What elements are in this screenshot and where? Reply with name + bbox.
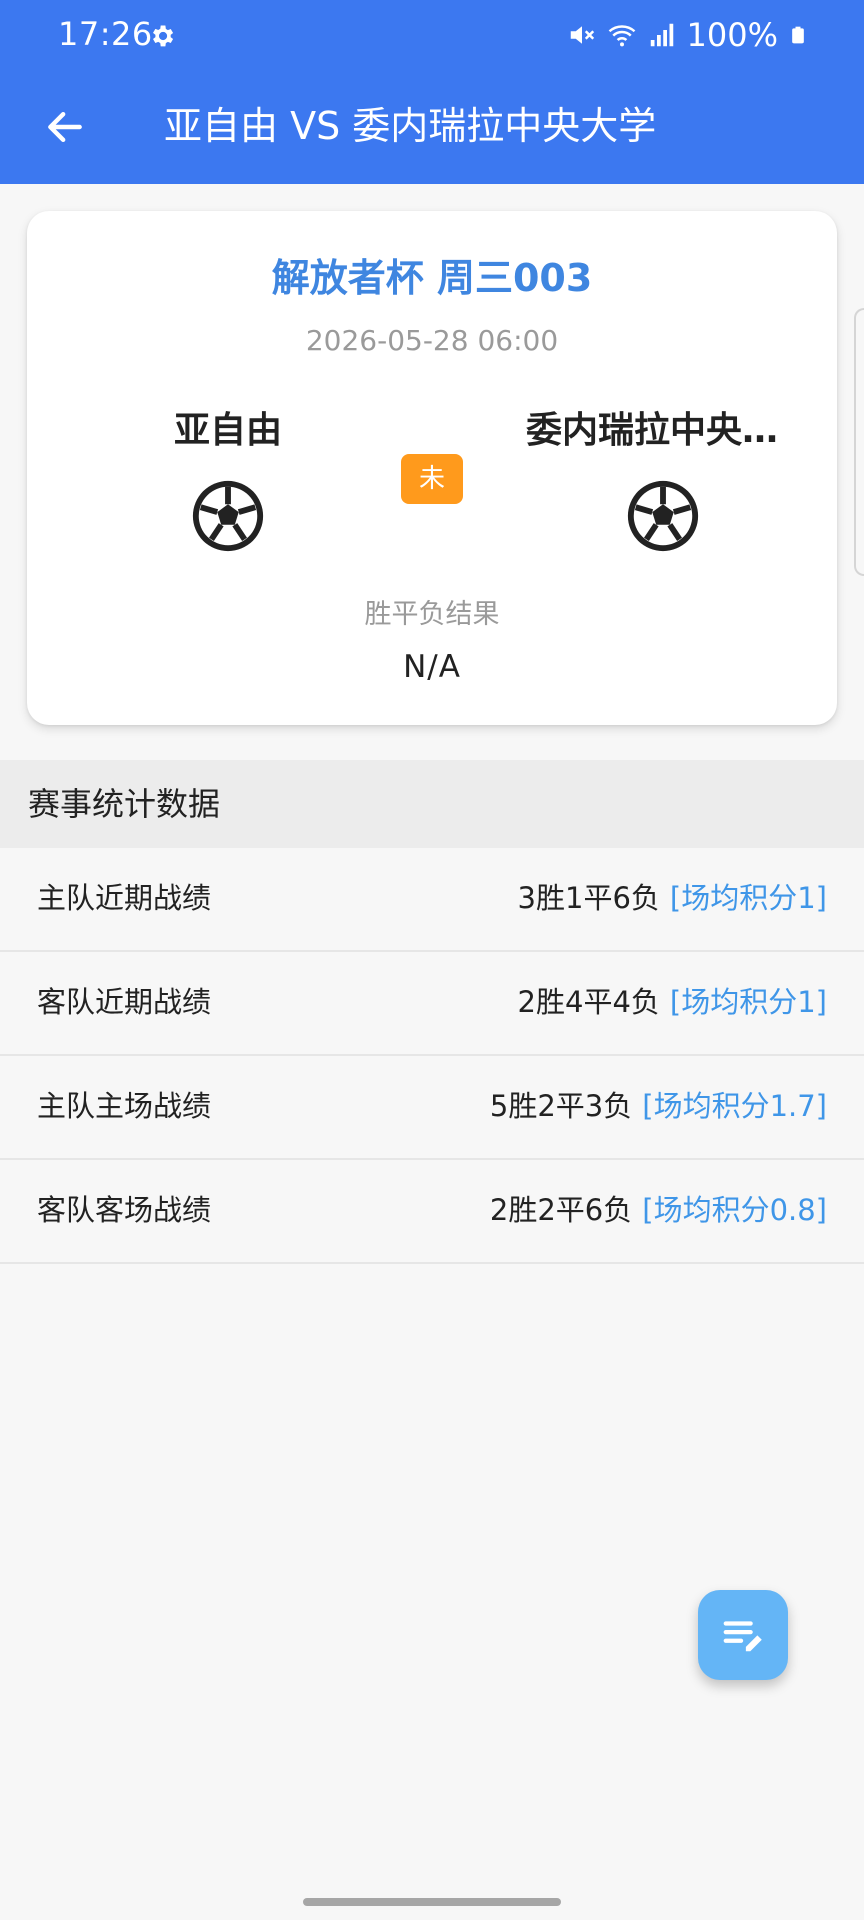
gesture-navigation-bar[interactable] (303, 1898, 561, 1906)
result-value: N/A (403, 649, 461, 685)
soccer-ball-icon (627, 480, 699, 552)
page-title: 亚自由 VS 委内瑞拉中央大学 (164, 104, 657, 148)
signal-icon (650, 23, 673, 47)
soccer-ball-icon (192, 480, 264, 552)
away-team-name: 委内瑞拉中央… (525, 410, 778, 451)
back-button[interactable] (30, 92, 100, 162)
match-datetime: 2026-05-28 06:00 (305, 324, 559, 357)
stats-section-title: 赛事统计数据 (28, 785, 221, 823)
arrow-left-icon (48, 111, 82, 143)
stat-record: 3胜1平6负 (517, 881, 660, 915)
edit-fab-button[interactable] (698, 1590, 788, 1680)
match-status-badge: 未 (401, 454, 463, 504)
app-header: 17:26 100% 亚自由 VS 委内瑞拉中央大学 (0, 0, 864, 184)
edge-panel-handle[interactable] (854, 308, 864, 576)
stat-average-points: [场均积分1.7] (642, 1089, 827, 1123)
status-bar: 17:26 100% (0, 0, 864, 70)
stat-label: 客队近期战绩 (37, 985, 212, 1019)
stat-value: 3胜1平6负 [场均积分1] (518, 878, 827, 918)
cup-name: 解放者杯 周三003 (271, 256, 593, 300)
stat-label: 主队主场战绩 (37, 1089, 212, 1123)
app-bar: 亚自由 VS 委内瑞拉中央大学 (0, 70, 864, 184)
stat-average-points: [场均积分1] (669, 881, 827, 915)
stat-average-points: [场均积分0.8] (642, 1193, 827, 1227)
edit-note-icon (723, 1621, 762, 1652)
mute-icon (570, 26, 594, 44)
battery-percent: 100% (686, 16, 778, 54)
gear-icon (153, 25, 174, 47)
result-label: 胜平负结果 (364, 599, 500, 630)
wifi-icon (608, 25, 635, 47)
stat-average-points: [场均积分1] (669, 985, 827, 1019)
status-time: 17:26 (58, 15, 153, 53)
stat-value: 2胜4平4负 [场均积分1] (518, 982, 827, 1022)
battery-icon (792, 26, 804, 44)
stat-record: 2胜4平4负 (517, 985, 660, 1019)
stat-row: 主队近期战绩 3胜1平6负 [场均积分1] (0, 848, 864, 952)
stat-label: 主队近期战绩 (37, 881, 212, 915)
stat-label: 客队客场战绩 (37, 1193, 212, 1227)
stat-row: 主队主场战绩 5胜2平3负 [场均积分1.7] (0, 1056, 864, 1160)
status-icons: 100% (567, 16, 808, 54)
stat-row: 客队近期战绩 2胜4平4负 [场均积分1] (0, 952, 864, 1056)
stat-value: 5胜2平3负 [场均积分1.7] (490, 1086, 827, 1126)
stats-section-header: 赛事统计数据 (0, 760, 864, 848)
stat-record: 2胜2平6负 (489, 1193, 633, 1227)
stat-row: 客队客场战绩 2胜2平6负 [场均积分0.8] (0, 1160, 864, 1264)
stat-value: 2胜2平6负 [场均积分0.8] (490, 1190, 827, 1230)
home-team-name: 亚自由 (173, 410, 282, 451)
stat-record: 5胜2平3负 (489, 1089, 633, 1123)
match-card: 解放者杯 周三003 2026-05-28 06:00 亚自由 委内瑞拉中央… … (27, 211, 837, 725)
